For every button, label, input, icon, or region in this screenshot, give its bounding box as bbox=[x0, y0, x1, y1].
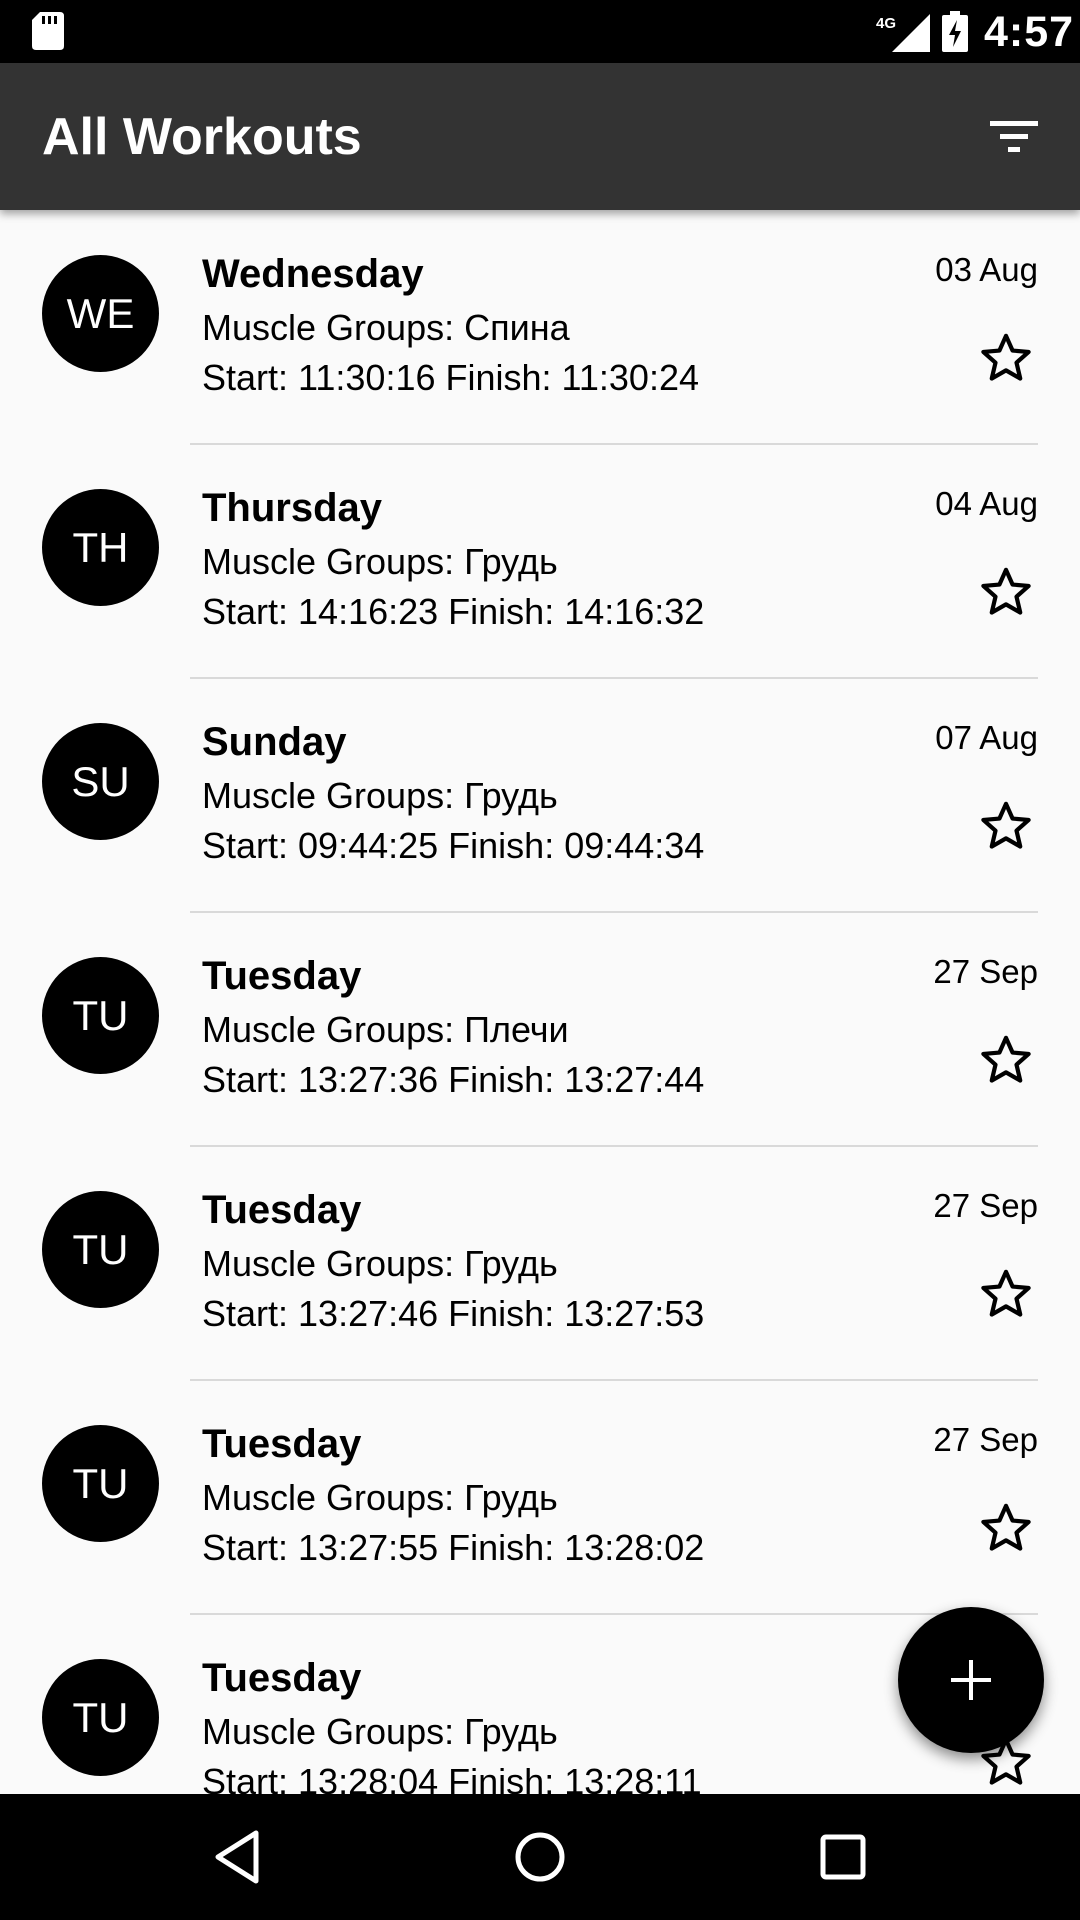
workout-times: Start: 11:30:16 Finish: 11:30:24 bbox=[202, 357, 699, 398]
workout-muscle-groups: Muscle Groups: Плечи bbox=[202, 1009, 569, 1050]
avatar: TH bbox=[42, 489, 159, 606]
star-icon[interactable] bbox=[978, 1500, 1034, 1556]
workout-day: Thursday bbox=[202, 486, 383, 530]
workout-muscle-groups: Muscle Groups: Грудь bbox=[202, 775, 558, 816]
app-bar: All Workouts bbox=[0, 63, 1080, 210]
sd-card-icon bbox=[32, 12, 64, 50]
workout-muscle-groups: Muscle Groups: Грудь bbox=[202, 1711, 558, 1752]
workout-times: Start: 14:16:23 Finish: 14:16:32 bbox=[202, 591, 705, 632]
avatar: SU bbox=[42, 723, 159, 840]
workout-day: Tuesday bbox=[202, 954, 362, 998]
workout-date: 03 Aug bbox=[935, 251, 1038, 288]
workout-item[interactable]: WE Wednesday Muscle Groups: Спина Start:… bbox=[0, 210, 1080, 445]
navigation-bar bbox=[0, 1794, 1080, 1920]
workout-day: Tuesday bbox=[202, 1422, 362, 1466]
back-icon bbox=[215, 1830, 259, 1884]
workout-times: Start: 13:27:55 Finish: 13:28:02 bbox=[202, 1527, 705, 1568]
plus-icon bbox=[951, 1660, 991, 1700]
page-title: All Workouts bbox=[42, 108, 362, 166]
workout-times: Start: 13:28:04 Finish: 13:28:11 bbox=[202, 1761, 702, 1794]
star-icon[interactable] bbox=[978, 1266, 1034, 1322]
recents-button[interactable] bbox=[810, 1824, 876, 1890]
filter-icon bbox=[990, 121, 1038, 152]
filter-button[interactable] bbox=[980, 107, 1048, 167]
star-icon[interactable] bbox=[978, 798, 1034, 854]
workout-item[interactable]: TH Thursday Muscle Groups: Грудь Start: … bbox=[0, 444, 1080, 679]
star-icon[interactable] bbox=[978, 330, 1034, 386]
workout-day: Tuesday bbox=[202, 1188, 362, 1232]
signal-icon: 4G bbox=[876, 14, 930, 52]
workout-times: Start: 09:44:25 Finish: 09:44:34 bbox=[202, 825, 705, 866]
avatar: TU bbox=[42, 957, 159, 1074]
workout-muscle-groups: Muscle Groups: Грудь bbox=[202, 1477, 558, 1518]
home-button[interactable] bbox=[507, 1824, 573, 1890]
workout-list[interactable]: WE Wednesday Muscle Groups: Спина Start:… bbox=[0, 210, 1080, 1794]
avatar: TU bbox=[42, 1191, 159, 1308]
star-icon[interactable] bbox=[978, 564, 1034, 620]
home-icon bbox=[515, 1832, 565, 1882]
network-type-label: 4G bbox=[876, 15, 896, 32]
add-workout-button[interactable] bbox=[898, 1607, 1044, 1753]
workout-day: Sunday bbox=[202, 720, 347, 764]
avatar: WE bbox=[42, 255, 159, 372]
avatar: TU bbox=[42, 1425, 159, 1542]
workout-item[interactable]: TU Tuesday Muscle Groups: Грудь Start: 1… bbox=[0, 1380, 1080, 1615]
battery-charging-icon bbox=[942, 11, 968, 52]
workout-day: Wednesday bbox=[202, 252, 424, 296]
avatar: TU bbox=[42, 1659, 159, 1776]
workout-item[interactable]: SU Sunday Muscle Groups: Грудь Start: 09… bbox=[0, 678, 1080, 913]
status-bar: 4G 4:57 bbox=[0, 0, 1080, 63]
workout-item[interactable]: TU Tuesday Muscle Groups: Плечи Start: 1… bbox=[0, 912, 1080, 1147]
workout-date: 27 Sep bbox=[933, 1421, 1038, 1458]
workout-date: 27 Sep bbox=[933, 1187, 1038, 1224]
workout-date: 07 Aug bbox=[935, 719, 1038, 756]
star-icon[interactable] bbox=[978, 1032, 1034, 1088]
workout-times: Start: 13:27:36 Finish: 13:27:44 bbox=[202, 1059, 705, 1100]
status-time: 4:57 bbox=[984, 8, 1075, 56]
workout-muscle-groups: Muscle Groups: Грудь bbox=[202, 541, 558, 582]
workout-date: 04 Aug bbox=[935, 485, 1038, 522]
workout-day: Tuesday bbox=[202, 1656, 362, 1700]
back-button[interactable] bbox=[204, 1824, 270, 1890]
workout-muscle-groups: Muscle Groups: Грудь bbox=[202, 1243, 558, 1284]
workout-date: 27 Sep bbox=[933, 953, 1038, 990]
workout-item[interactable]: TU Tuesday Muscle Groups: Грудь Start: 1… bbox=[0, 1146, 1080, 1381]
recents-icon bbox=[820, 1834, 866, 1880]
workout-muscle-groups: Muscle Groups: Спина bbox=[202, 307, 570, 348]
workout-times: Start: 13:27:46 Finish: 13:27:53 bbox=[202, 1293, 705, 1334]
